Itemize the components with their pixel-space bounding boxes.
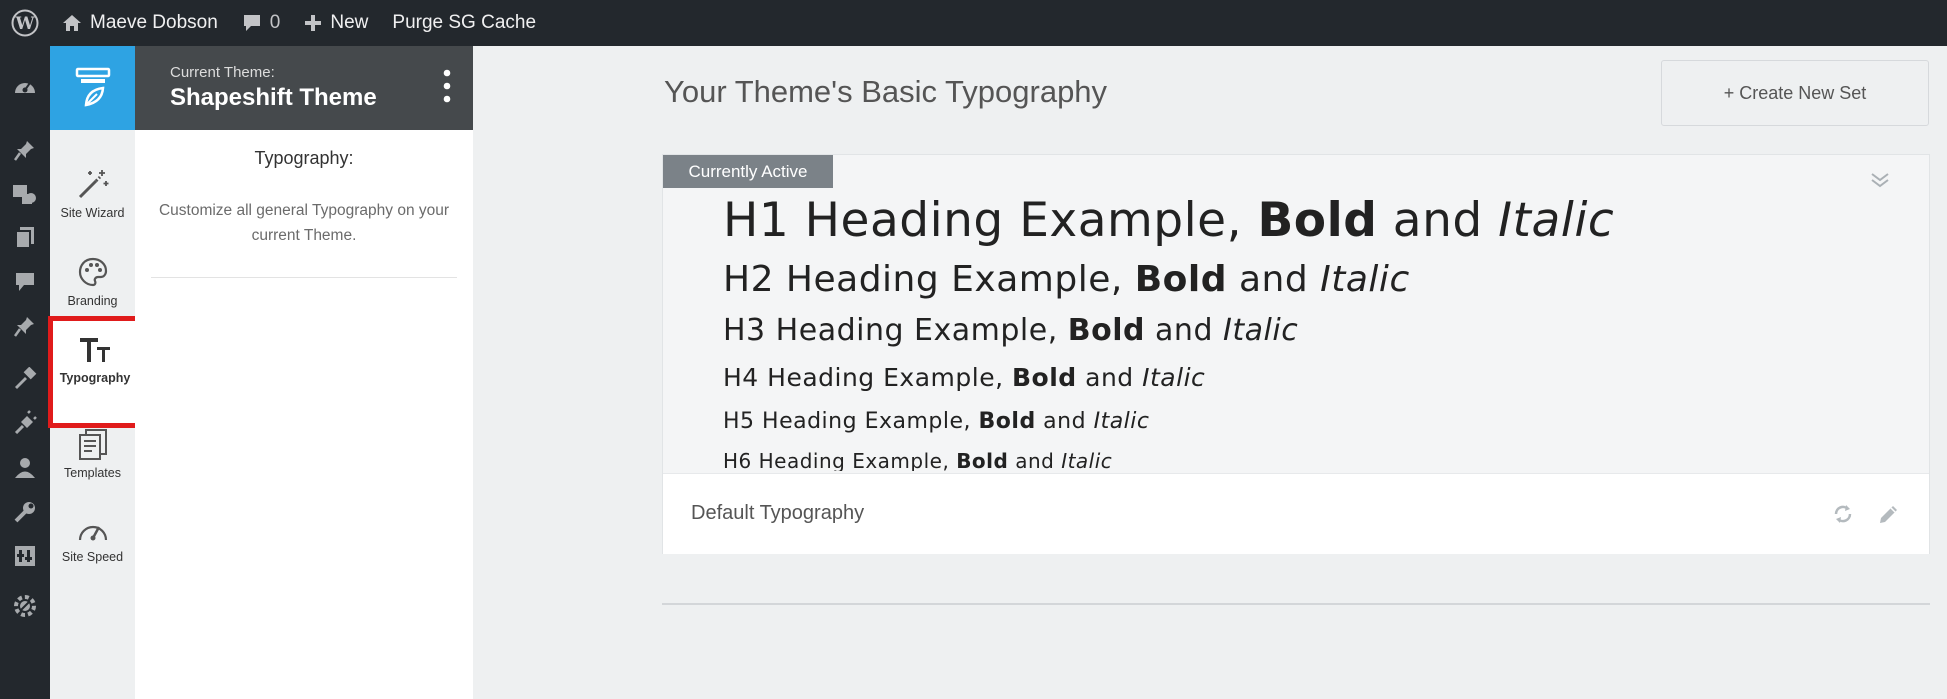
dashboard-icon[interactable] — [0, 66, 50, 106]
typography-set-card: Currently Active H1 Heading Example, Bol… — [662, 154, 1930, 554]
plugins-icon[interactable] — [0, 402, 50, 442]
appearance-icon[interactable] — [0, 358, 50, 398]
page-title: Your Theme's Basic Typography — [664, 74, 1108, 109]
magic-wand-icon — [76, 168, 110, 206]
heading-example-h1: H1 Heading Example, Bold and Italic — [723, 193, 1615, 248]
comments-link[interactable]: 0 — [230, 0, 293, 46]
status-badge: Currently Active — [663, 155, 833, 188]
rail-item-site-speed[interactable]: Site Speed — [50, 516, 135, 564]
brand-logo-icon[interactable] — [50, 46, 135, 130]
admin-menu — [0, 46, 50, 699]
comments-count: 0 — [269, 12, 281, 33]
speedometer-icon — [76, 516, 110, 550]
plugin-nav-rail: Site Wizard Branding Typography Template… — [48, 46, 142, 699]
rail-item-label: Site Wizard — [60, 206, 125, 220]
current-theme-label: Current Theme: — [170, 64, 275, 81]
rail-item-label: Templates — [64, 466, 121, 480]
main-divider — [662, 603, 1930, 605]
pages-icon[interactable] — [0, 218, 50, 258]
chevron-double-down-icon[interactable] — [1869, 171, 1891, 194]
typography-set-name: Default Typography — [691, 502, 865, 524]
site-name: Maeve Dobson — [90, 12, 218, 33]
settings-icon[interactable] — [0, 536, 50, 576]
current-theme-header: Current Theme: Shapeshift Theme — [135, 46, 473, 130]
rail-item-branding[interactable]: Branding — [50, 256, 135, 308]
current-theme-name: Shapeshift Theme — [170, 84, 377, 111]
rail-item-label: Branding — [67, 294, 118, 308]
site-name-link[interactable]: Maeve Dobson — [50, 0, 230, 46]
refresh-icon[interactable] — [1831, 502, 1855, 531]
purge-cache-link[interactable]: Purge SG Cache — [380, 0, 548, 46]
typography-icon — [78, 335, 112, 371]
comments-icon[interactable] — [0, 262, 50, 302]
svg-text:W: W — [14, 14, 35, 34]
create-new-set-button[interactable]: + Create New Set — [1661, 60, 1929, 126]
gear-icon[interactable] — [0, 586, 50, 626]
rail-item-site-wizard[interactable]: Site Wizard — [50, 168, 135, 220]
heading-example-h2: H2 Heading Example, Bold and Italic — [723, 259, 1410, 300]
pin-icon[interactable] — [0, 130, 50, 170]
plus-icon — [304, 14, 322, 32]
media-icon[interactable] — [0, 174, 50, 214]
kebab-menu-icon[interactable] — [443, 68, 451, 109]
rail-item-typography[interactable]: Typography — [48, 316, 142, 428]
typography-preview: H1 Heading Example, Bold and Italic H2 H… — [723, 193, 1873, 471]
panel-divider — [151, 277, 457, 278]
admin-bar: W Maeve Dobson 0 New Purge SG Cache — [0, 0, 1947, 46]
templates-icon — [76, 428, 110, 466]
panel-title: Typography: — [254, 148, 354, 168]
pin-icon[interactable] — [0, 306, 50, 346]
comment-icon — [242, 14, 262, 32]
purge-label: Purge SG Cache — [392, 12, 537, 33]
section-panel: Typography: Customize all general Typogr… — [135, 130, 473, 699]
heading-example-h4: H4 Heading Example, Bold and Italic — [723, 363, 1206, 392]
heading-example-h3: H3 Heading Example, Bold and Italic — [723, 313, 1299, 348]
panel-description: Customize all general Typography on your… — [158, 202, 450, 244]
palette-icon — [77, 256, 109, 294]
users-icon[interactable] — [0, 448, 50, 488]
rail-item-label: Site Speed — [61, 550, 124, 564]
heading-example-h6: H6 Heading Example, Bold and Italic — [723, 449, 1113, 471]
new-content-link[interactable]: New — [292, 0, 380, 46]
heading-example-h5: H5 Heading Example, Bold and Italic — [723, 409, 1150, 434]
new-label: New — [330, 12, 369, 33]
edit-pencil-icon[interactable] — [1877, 502, 1901, 531]
card-footer: Default Typography — [663, 473, 1929, 554]
rail-item-templates[interactable]: Templates — [50, 428, 135, 480]
home-icon — [62, 14, 82, 32]
wordpress-icon[interactable]: W — [0, 0, 50, 46]
rail-item-label: Typography — [59, 371, 131, 385]
tools-icon[interactable] — [0, 492, 50, 532]
